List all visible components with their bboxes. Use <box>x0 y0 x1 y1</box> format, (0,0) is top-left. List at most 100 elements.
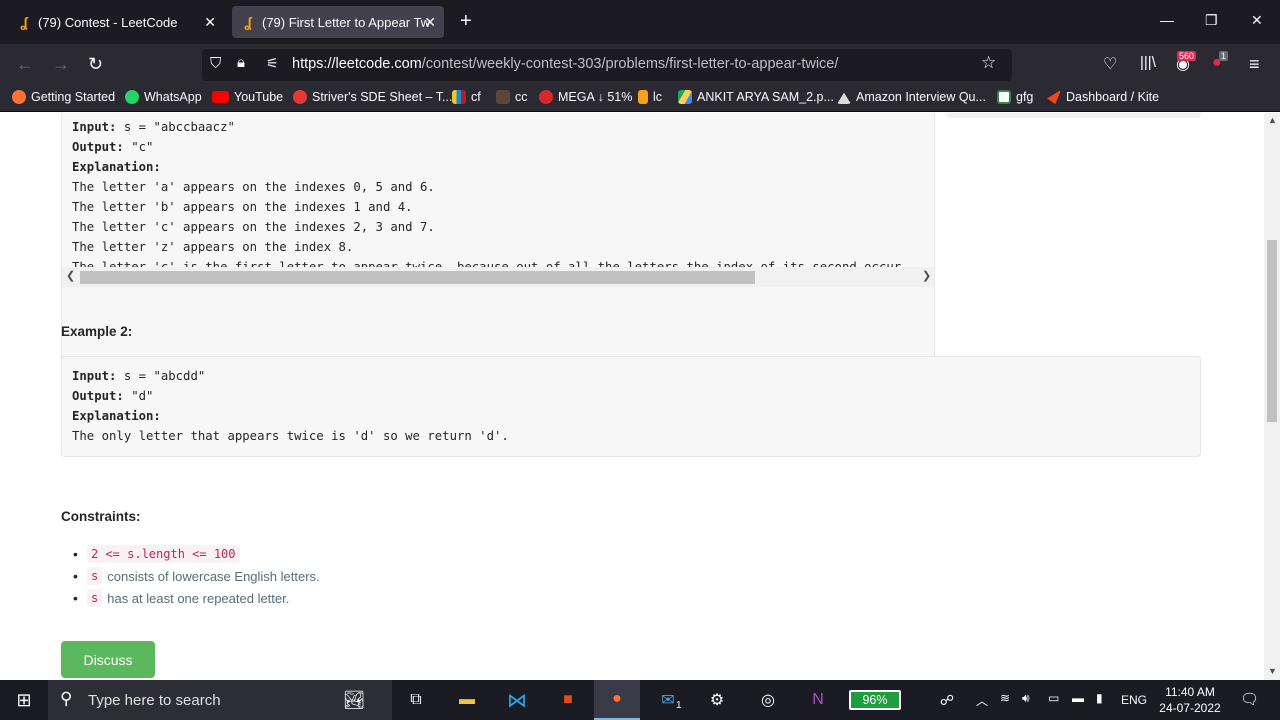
onenote-icon[interactable]: N <box>806 688 830 712</box>
clock-date: 24-07-2022 <box>1159 701 1221 715</box>
restore-icon[interactable]: ❐ <box>1205 12 1218 29</box>
bookmark-item[interactable]: Amazon Interview Qu... <box>837 90 986 104</box>
scrollbar-thumb[interactable] <box>1267 240 1277 422</box>
bookmark-label: Getting Started <box>31 90 116 104</box>
menu-icon[interactable]: ≡ <box>1249 54 1260 75</box>
firefox-icon[interactable]: ● <box>594 680 640 720</box>
battery-icon[interactable]: ▬ <box>1072 691 1084 705</box>
browser-tab-bar: ʆ (79) Contest - LeetCode ✕ ʆ (79) First… <box>0 0 1280 44</box>
mail-badge: 1 <box>676 700 682 711</box>
striver-icon <box>293 90 307 104</box>
scroll-down-icon[interactable]: ▼ <box>1268 666 1277 676</box>
leetcode-icon: ʆ <box>20 14 28 30</box>
task-view-icon[interactable]: ⧉ <box>404 688 428 712</box>
clock-time: 11:40 AM <box>1165 685 1215 699</box>
bookmark-item[interactable]: MEGA ↓ 51% <box>539 90 632 104</box>
permissions-icon[interactable]: ⚟ <box>266 55 279 72</box>
reload-icon[interactable]: ↻ <box>88 54 103 75</box>
search-icon: ⚲ <box>60 689 73 708</box>
output-value: "d" <box>123 389 154 403</box>
vertical-scrollbar[interactable]: ▲ ▼ <box>1264 113 1280 680</box>
explanation-label: Explanation: <box>72 160 161 174</box>
bookmark-label: lc <box>653 90 663 104</box>
scroll-right-icon[interactable]: ❯ <box>922 269 931 282</box>
forward-icon[interactable]: → <box>52 54 70 75</box>
tab-first-letter[interactable]: ʆ (79) First Letter to Appear Twice ✕ <box>232 6 444 38</box>
battery-indicator[interactable]: 96% <box>849 690 901 710</box>
back-icon[interactable]: ← <box>16 54 34 75</box>
horizontal-scrollbar[interactable]: ❮ ❯ <box>62 267 934 287</box>
url-text[interactable]: https://leetcode.com/contest/weekly-cont… <box>292 56 838 72</box>
bookmarks-toolbar: Getting Started WhatsApp YouTube Striver… <box>0 86 1280 112</box>
bookmark-label: gfg <box>1016 90 1034 104</box>
bookmark-label: MEGA ↓ 51% <box>558 90 633 104</box>
count-badge: 1 <box>1219 51 1229 61</box>
lock-icon[interactable]: 🔒︎ <box>237 54 245 71</box>
output-label: Output: <box>72 389 124 403</box>
bookmark-label: ANKIT ARYA SAM_2.p... <box>697 90 834 104</box>
bookmark-star-icon[interactable]: ☆ <box>981 53 996 73</box>
taskbar: ⊞ ⚲ Type here to search 🏞︎ ⧉ ▬ ⋈ ■ ● ✉ 1… <box>0 680 1280 720</box>
example-input: Input: s = "abccbaacz" <box>72 120 235 134</box>
bookmark-item[interactable]: Getting Started <box>12 90 115 104</box>
people-icon[interactable]: ☍ <box>935 688 959 712</box>
bookmark-item[interactable]: ANKIT ARYA SAM_2.p... <box>678 90 834 104</box>
clock[interactable]: 11:40 AM 24-07-2022 <box>1148 684 1232 716</box>
bookmark-item[interactable]: gfg <box>997 90 1033 104</box>
mega-icon <box>539 90 553 104</box>
close-icon[interactable]: ✕ <box>204 14 216 31</box>
file-explorer-icon[interactable]: ▬ <box>455 688 479 712</box>
discuss-button[interactable]: Discuss <box>61 641 155 678</box>
output-label: Output: <box>72 140 124 154</box>
shield-icon[interactable]: ⛉ <box>210 55 221 72</box>
side-panel-edge <box>946 113 1201 118</box>
wifi-icon[interactable]: ≋ <box>1000 691 1010 705</box>
bookmark-item[interactable]: Dashboard / Kite <box>1047 90 1159 104</box>
bookmark-item[interactable]: lc <box>638 90 662 104</box>
scroll-left-icon[interactable]: ❮ <box>66 269 75 282</box>
url-host: https://leetcode.com <box>292 56 422 72</box>
vscode-icon[interactable]: ⋈ <box>505 688 529 712</box>
bookmark-item[interactable]: cc <box>496 90 528 104</box>
settings-icon[interactable]: ⚙ <box>705 688 729 712</box>
windows-start-icon[interactable]: ⊞ <box>12 688 36 712</box>
list-item: 2 <= s.length <= 100 <box>73 543 320 565</box>
inline-code: 2 <= s.length <= 100 <box>87 545 240 563</box>
scrollbar-thumb[interactable] <box>80 271 755 284</box>
list-item: sconsists of lowercase English letters. <box>73 565 320 587</box>
scroll-up-icon[interactable]: ▲ <box>1268 115 1277 125</box>
window-close-icon[interactable]: ✕ <box>1251 12 1263 29</box>
new-tab-icon[interactable]: + <box>460 10 472 33</box>
bookmark-item[interactable]: YouTube <box>212 90 283 104</box>
notifications-icon[interactable]: 🗨︎ <box>1240 690 1259 708</box>
bookmark-label: Dashboard / Kite <box>1066 90 1160 104</box>
language-indicator[interactable]: ENG <box>1121 693 1147 707</box>
tray-chevron-icon[interactable]: ︿ <box>976 692 988 709</box>
example-input: Input: s = "abcdd" <box>72 369 205 383</box>
problem-content: Input: s = "abccbaacz" Output: "c" Expla… <box>0 113 1264 680</box>
example-2-heading: Example 2: <box>61 324 133 339</box>
explanation-line: The letter 'a' appears on the indexes 0,… <box>72 180 435 194</box>
bookmark-label: YouTube <box>234 90 284 104</box>
library-icon[interactable]: |||\ <box>1140 54 1156 71</box>
bookmark-item[interactable]: Striver's SDE Sheet – T... <box>293 90 452 104</box>
example-2-block: Input: s = "abcdd" Output: "d" Explanati… <box>61 356 1201 457</box>
obs-icon[interactable]: ◎ <box>756 688 780 712</box>
pocket-icon[interactable]: ♡ <box>1103 54 1117 74</box>
close-icon[interactable]: ✕ <box>424 14 436 31</box>
usb-icon[interactable]: ▮ <box>1096 691 1103 705</box>
display-icon[interactable]: ▭ <box>1048 691 1059 705</box>
search-highlight-icon[interactable]: 🏞︎ <box>330 688 378 712</box>
explanation-line: The letter 'b' appears on the indexes 1 … <box>72 200 413 214</box>
office-icon[interactable]: ■ <box>556 688 580 712</box>
minimize-icon[interactable]: — <box>1160 12 1174 28</box>
bookmark-item[interactable]: WhatsApp <box>125 90 202 104</box>
bookmark-item[interactable]: cf <box>452 90 481 104</box>
explanation-line: The only letter that appears twice is 'd… <box>72 429 509 443</box>
input-value: s = "abcdd" <box>116 369 206 383</box>
bookmark-label: WhatsApp <box>144 90 202 104</box>
tab-contest[interactable]: ʆ (79) Contest - LeetCode ✕ <box>8 6 224 38</box>
volume-icon[interactable]: 🔊︎ <box>1022 691 1030 706</box>
bookmark-label: cf <box>471 90 481 104</box>
whatsapp-icon <box>125 90 139 104</box>
